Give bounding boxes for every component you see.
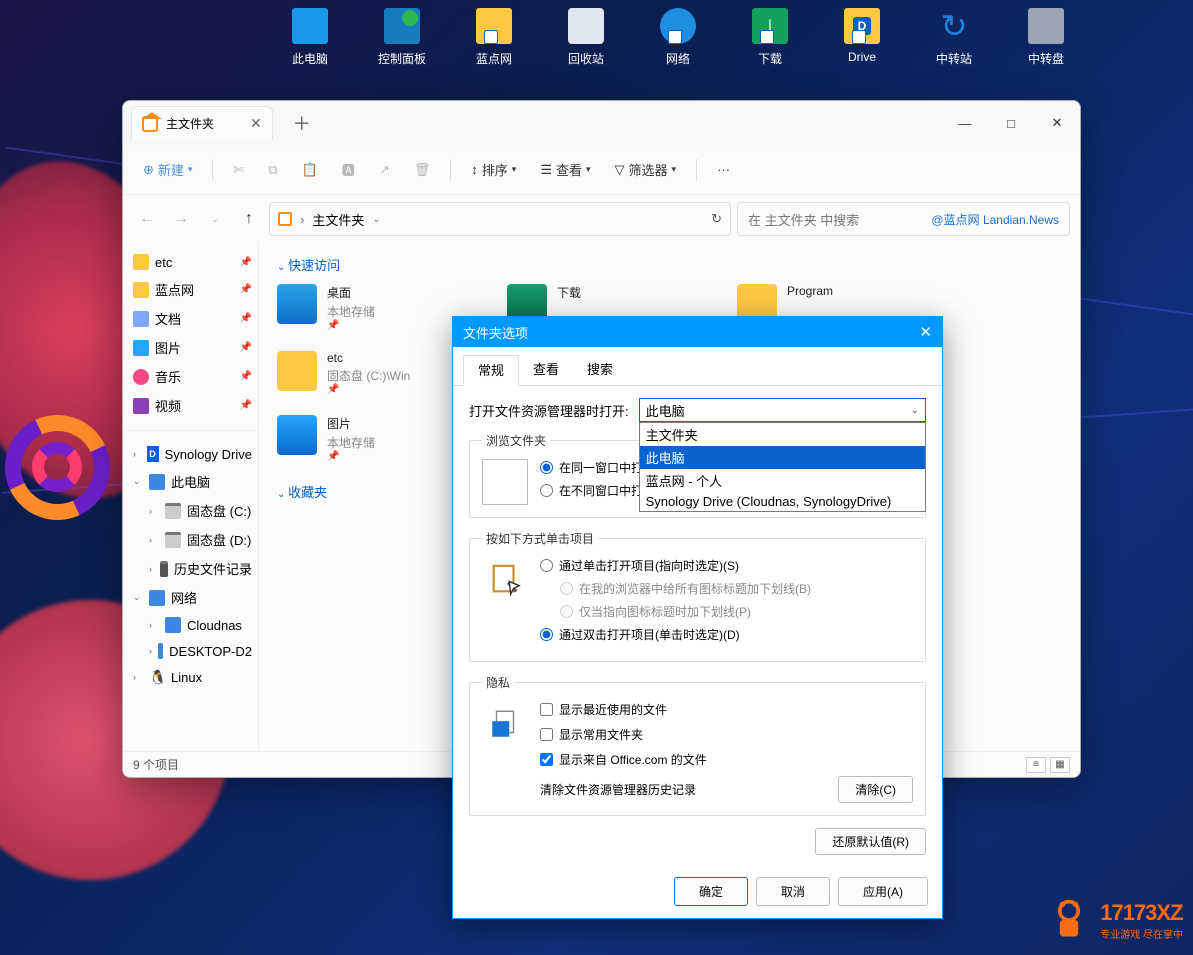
cancel-button[interactable]: 取消 (756, 877, 830, 906)
dialog-title: 文件夹选项 ✕ (453, 317, 942, 347)
check-office-files[interactable] (540, 753, 553, 766)
clear-button[interactable]: 清除(C) (838, 776, 913, 803)
page-watermark: 17173XZ 专业游戏 尽在掌中 (1046, 897, 1183, 943)
nav-pane: etc📌 蓝点网📌 文档📌 图片📌 音乐📌 视频📌 ›DSynology Dri… (123, 243, 259, 751)
group-quick[interactable]: 快速访问 (277, 255, 1062, 274)
desktop-icon-landian[interactable]: 蓝点网 (464, 8, 524, 67)
paste-icon: 📋 (292, 156, 328, 184)
item-etc[interactable]: etc固态盘 (C:)\Win📌 (277, 351, 477, 395)
tab-search[interactable]: 搜索 (573, 355, 627, 385)
check-frequent-folders[interactable] (540, 728, 553, 741)
forward-button: → (167, 205, 195, 233)
tab-title: 主文件夹 (166, 115, 214, 132)
window-minimize[interactable]: — (942, 101, 988, 145)
sort-button[interactable]: ↕ 排序 ▾ (461, 154, 526, 185)
tab-close-icon[interactable]: ✕ (250, 115, 262, 132)
copy-icon: ⧉ (258, 156, 287, 184)
nav-linux[interactable]: ›🐧Linux (123, 664, 258, 690)
nav-pictures[interactable]: 图片📌 (123, 333, 258, 362)
toolbar: ⊕ 新建 ▾ ✄ ⧉ 📋 🅰 ↗ 🗑 ↕ 排序 ▾ ☰ 查看 ▾ ▽ 筛选器 ▾… (123, 145, 1080, 195)
radio-underline-point (560, 605, 573, 618)
view-grid-icon[interactable]: ▦ (1050, 757, 1070, 773)
desktop-icon-download[interactable]: ↓下载 (740, 8, 800, 67)
home-icon (142, 116, 158, 132)
view-button[interactable]: ☰ 查看 ▾ (530, 154, 600, 185)
desktop-icon-thispc[interactable]: 此电脑 (280, 8, 340, 67)
search-input[interactable]: 在 主文件夹 中搜索 @蓝点网 Landian.News (737, 202, 1070, 236)
folder-options-dialog: 文件夹选项 ✕ 常规 查看 搜索 打开文件资源管理器时打开: 此电脑⌄ 主文件夹… (452, 316, 943, 919)
window-close[interactable]: ✕ (1034, 101, 1080, 145)
nav-landian[interactable]: 蓝点网📌 (123, 275, 258, 304)
check-recent-files[interactable] (540, 703, 553, 716)
privacy-icon (482, 701, 528, 747)
nav-synology[interactable]: ›DSynology Drive (123, 441, 258, 467)
recent-button[interactable]: ⌄ (201, 205, 229, 233)
nav-thispc[interactable]: ⌄此电脑 (123, 467, 258, 496)
dialog-tabs: 常规 查看 搜索 (453, 347, 942, 386)
option-synology[interactable]: Synology Drive (Cloudnas, SynologyDrive) (640, 492, 925, 511)
nav-cloudnas[interactable]: ›Cloudnas (123, 612, 258, 638)
nav-drive-d[interactable]: ›固态盘 (D:) (123, 525, 258, 554)
desktop-icon-transferdisk[interactable]: 中转盘 (1016, 8, 1076, 67)
tab-general[interactable]: 常规 (463, 355, 519, 386)
open-with-dropdown: 主文件夹 此电脑 蓝点网 - 个人 Synology Drive (Cloudn… (639, 422, 926, 512)
home-icon (278, 212, 292, 226)
rename-icon: 🅰 (332, 154, 365, 185)
nav-videos[interactable]: 视频📌 (123, 391, 258, 420)
open-with-label: 打开文件资源管理器时打开: (469, 401, 629, 420)
click-icon (482, 557, 528, 603)
desktop-icon-drive[interactable]: DDrive (832, 8, 892, 67)
nav-history[interactable]: ›历史文件记录 (123, 554, 258, 583)
share-icon: ↗ (369, 156, 400, 184)
desktop-icon-network[interactable]: 网络 (648, 8, 708, 67)
restore-defaults-button[interactable]: 还原默认值(R) (815, 828, 926, 855)
navbar: ← → ⌄ ↑ › 主文件夹 ⌄ ↻ 在 主文件夹 中搜索 @蓝点网 Landi… (123, 195, 1080, 243)
item-desktop[interactable]: 桌面本地存储📌 (277, 284, 477, 331)
nav-drive-c[interactable]: ›固态盘 (C:) (123, 496, 258, 525)
nav-documents[interactable]: 文档📌 (123, 304, 258, 333)
cut-icon: ✄ (223, 156, 254, 184)
nav-music[interactable]: 音乐📌 (123, 362, 258, 391)
option-home[interactable]: 主文件夹 (640, 423, 925, 446)
view-details-icon[interactable]: ≡ (1026, 757, 1046, 773)
filter-button[interactable]: ▽ 筛选器 ▾ (605, 154, 687, 185)
more-button[interactable]: ··· (707, 156, 740, 183)
breadcrumb-home[interactable]: 主文件夹 (312, 210, 364, 229)
click-fieldset: 按如下方式单击项目 通过单击打开项目(指向时选定)(S) 在我的浏览器中给所有图… (469, 530, 926, 662)
radio-single-click[interactable] (540, 559, 553, 572)
back-button[interactable]: ← (133, 205, 161, 233)
delete-icon: 🗑 (404, 156, 441, 184)
desktop-icon-recycle[interactable]: 回收站 (556, 8, 616, 67)
nav-etc[interactable]: etc📌 (123, 249, 258, 275)
browse-icon (482, 459, 528, 505)
nav-desktop-d2[interactable]: ›DESKTOP-D2 (123, 638, 258, 664)
window-maximize[interactable]: □ (988, 101, 1034, 145)
address-bar[interactable]: › 主文件夹 ⌄ ↻ (269, 202, 731, 236)
titlebar: 主文件夹 ✕ ＋ — □ ✕ (123, 101, 1080, 145)
up-button[interactable]: ↑ (235, 205, 263, 233)
new-button[interactable]: ⊕ 新建 ▾ (133, 154, 202, 185)
refresh-icon[interactable]: ↻ (711, 211, 722, 227)
tab-view[interactable]: 查看 (519, 355, 573, 385)
new-tab-button[interactable]: ＋ (285, 110, 319, 136)
option-landian[interactable]: 蓝点网 - 个人 (640, 469, 925, 492)
radio-diff-window[interactable] (540, 484, 553, 497)
desktop-icon-controlpanel[interactable]: 控制面板 (372, 8, 432, 67)
option-thispc[interactable]: 此电脑 (640, 446, 925, 469)
open-with-select[interactable]: 此电脑⌄ 主文件夹 此电脑 蓝点网 - 个人 Synology Drive (C… (639, 398, 926, 422)
apply-button[interactable]: 应用(A) (838, 877, 928, 906)
tab-home[interactable]: 主文件夹 ✕ (131, 106, 273, 140)
item-pictures[interactable]: 图片本地存储📌 (277, 415, 477, 462)
ok-button[interactable]: 确定 (674, 877, 748, 906)
desktop-icons: 此电脑 控制面板 蓝点网 回收站 网络 ↓下载 DDrive ↻中转站 中转盘 (280, 8, 1076, 67)
privacy-fieldset: 隐私 显示最近使用的文件 显示常用文件夹 显示来自 Office.com 的文件… (469, 674, 926, 816)
radio-underline-all (560, 582, 573, 595)
radio-double-click[interactable] (540, 628, 553, 641)
watermark-text: @蓝点网 Landian.News (931, 211, 1059, 228)
radio-same-window[interactable] (540, 461, 553, 474)
nav-network[interactable]: ⌄网络 (123, 583, 258, 612)
desktop-icon-transfer[interactable]: ↻中转站 (924, 8, 984, 67)
dialog-close-icon[interactable]: ✕ (919, 323, 932, 341)
